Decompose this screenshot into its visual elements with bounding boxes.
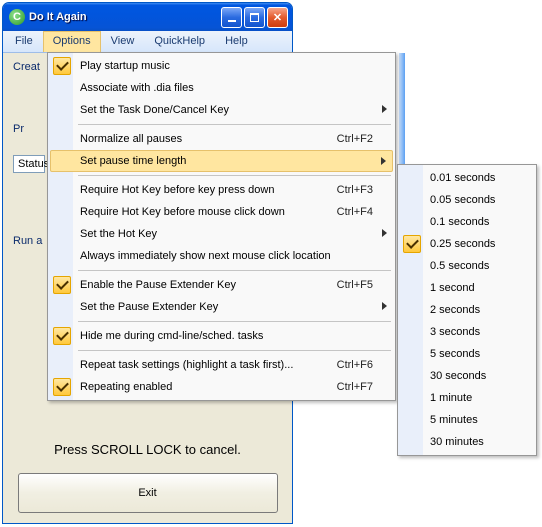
submenu-item[interactable]: 0.1 seconds	[400, 211, 534, 233]
submenu-item-label: 0.1 seconds	[430, 216, 489, 228]
submenu-item[interactable]: 0.01 seconds	[400, 167, 534, 189]
menu-separator	[78, 350, 391, 351]
check-icon	[53, 327, 71, 345]
menubar-item-help[interactable]: Help	[215, 31, 258, 52]
menu-item[interactable]: Repeat task settings (highlight a task f…	[50, 354, 393, 376]
options-menu: Play startup music Associate with .dia fi…	[47, 52, 396, 401]
exit-button[interactable]: Exit	[18, 473, 278, 513]
check-icon	[53, 378, 71, 396]
status-field: Status	[13, 155, 45, 173]
menu-separator	[78, 321, 391, 322]
submenu-item[interactable]: 0.25 seconds	[400, 233, 534, 255]
submenu-item[interactable]: 30 minutes	[400, 431, 534, 453]
menu-item[interactable]: Normalize all pauses Ctrl+F2	[50, 128, 393, 150]
menubar-item-options[interactable]: Options	[43, 31, 101, 52]
menu-item-label: Repeating enabled	[80, 381, 172, 393]
submenu-item-label: 1 second	[430, 282, 475, 294]
menubar-item-file[interactable]: File	[5, 31, 43, 52]
submenu-item-label: 0.01 seconds	[430, 172, 495, 184]
menu-item[interactable]: Set the Hot Key	[50, 223, 393, 245]
submenu-item[interactable]: 0.05 seconds	[400, 189, 534, 211]
submenu-item[interactable]: 0.5 seconds	[400, 255, 534, 277]
titlebar[interactable]: C Do It Again	[3, 3, 292, 31]
menu-separator	[78, 270, 391, 271]
menu-item-label: Set pause time length	[80, 155, 186, 167]
menu-separator	[78, 124, 391, 125]
submenu-item[interactable]: 3 seconds	[400, 321, 534, 343]
check-icon	[53, 276, 71, 294]
submenu-item-label: 5 seconds	[430, 348, 480, 360]
window-title: Do It Again	[29, 11, 221, 23]
submenu-item[interactable]: 1 minute	[400, 387, 534, 409]
submenu-item-label: 0.5 seconds	[430, 260, 489, 272]
menu-item-label: Require Hot Key before mouse click down	[80, 206, 285, 218]
menu-item-label: Enable the Pause Extender Key	[80, 279, 236, 291]
decorative-strip	[399, 53, 405, 166]
exit-button-label: Exit	[138, 487, 156, 499]
menu-item[interactable]: Enable the Pause Extender Key Ctrl+F5	[50, 274, 393, 296]
cancel-hint: Press SCROLL LOCK to cancel.	[13, 442, 282, 457]
submenu-item-label: 2 seconds	[430, 304, 480, 316]
menu-item-shortcut: Ctrl+F6	[317, 359, 373, 371]
submenu-item[interactable]: 5 seconds	[400, 343, 534, 365]
menu-item-label: Set the Hot Key	[80, 228, 157, 240]
submenu-arrow-icon	[382, 105, 387, 113]
menubar: FileOptionsViewQuickHelpHelp	[3, 31, 292, 53]
submenu-item-label: 30 seconds	[430, 370, 486, 382]
menu-item[interactable]: Always immediately show next mouse click…	[50, 245, 393, 267]
submenu-arrow-icon	[382, 302, 387, 310]
menubar-item-quickhelp[interactable]: QuickHelp	[144, 31, 215, 52]
submenu-item-label: 5 minutes	[430, 414, 478, 426]
menu-item[interactable]: Set the Task Done/Cancel Key	[50, 99, 393, 121]
submenu-item-label: 0.25 seconds	[430, 238, 495, 250]
menu-item-label: Associate with .dia files	[80, 82, 194, 94]
menu-item-label: Require Hot Key before key press down	[80, 184, 274, 196]
menu-item[interactable]: Hide me during cmd-line/sched. tasks	[50, 325, 393, 347]
menu-item-shortcut: Ctrl+F7	[317, 381, 373, 393]
menu-item-shortcut: Ctrl+F2	[317, 133, 373, 145]
maximize-button[interactable]	[244, 7, 265, 28]
menu-item[interactable]: Set the Pause Extender Key	[50, 296, 393, 318]
submenu-item-label: 1 minute	[430, 392, 472, 404]
check-icon	[53, 57, 71, 75]
submenu-item-label: 3 seconds	[430, 326, 480, 338]
menu-item-label: Set the Task Done/Cancel Key	[80, 104, 229, 116]
menu-item[interactable]: Set pause time length	[50, 150, 393, 172]
menu-item-label: Normalize all pauses	[80, 133, 182, 145]
menu-item-label: Hide me during cmd-line/sched. tasks	[80, 330, 263, 342]
menu-item[interactable]: Require Hot Key before key press down Ctr…	[50, 179, 393, 201]
menu-separator	[78, 175, 391, 176]
menu-item-label: Play startup music	[80, 60, 170, 72]
submenu-arrow-icon	[382, 229, 387, 237]
menu-item-shortcut: Ctrl+F4	[317, 206, 373, 218]
submenu-item[interactable]: 5 minutes	[400, 409, 534, 431]
menu-item-label: Set the Pause Extender Key	[80, 301, 218, 313]
menu-item[interactable]: Require Hot Key before mouse click down C…	[50, 201, 393, 223]
minimize-button[interactable]	[221, 7, 242, 28]
submenu-item-label: 30 minutes	[430, 436, 484, 448]
close-button[interactable]	[267, 7, 288, 28]
menu-item[interactable]: Repeating enabled Ctrl+F7	[50, 376, 393, 398]
app-icon: C	[9, 9, 25, 25]
submenu-item-label: 0.05 seconds	[430, 194, 495, 206]
pause-time-submenu: 0.01 seconds 0.05 seconds 0.1 seconds 0.25 …	[397, 164, 537, 456]
menu-item-label: Repeat task settings (highlight a task f…	[80, 359, 293, 371]
menu-item[interactable]: Associate with .dia files	[50, 77, 393, 99]
menu-item-shortcut: Ctrl+F5	[317, 279, 373, 291]
check-icon	[403, 235, 421, 253]
submenu-arrow-icon	[381, 157, 386, 165]
menubar-item-view[interactable]: View	[101, 31, 145, 52]
submenu-item[interactable]: 30 seconds	[400, 365, 534, 387]
menu-item[interactable]: Play startup music	[50, 55, 393, 77]
menu-item-shortcut: Ctrl+F3	[317, 184, 373, 196]
menu-item-label: Always immediately show next mouse click…	[80, 250, 331, 262]
submenu-item[interactable]: 2 seconds	[400, 299, 534, 321]
submenu-item[interactable]: 1 second	[400, 277, 534, 299]
close-icon	[273, 11, 282, 24]
